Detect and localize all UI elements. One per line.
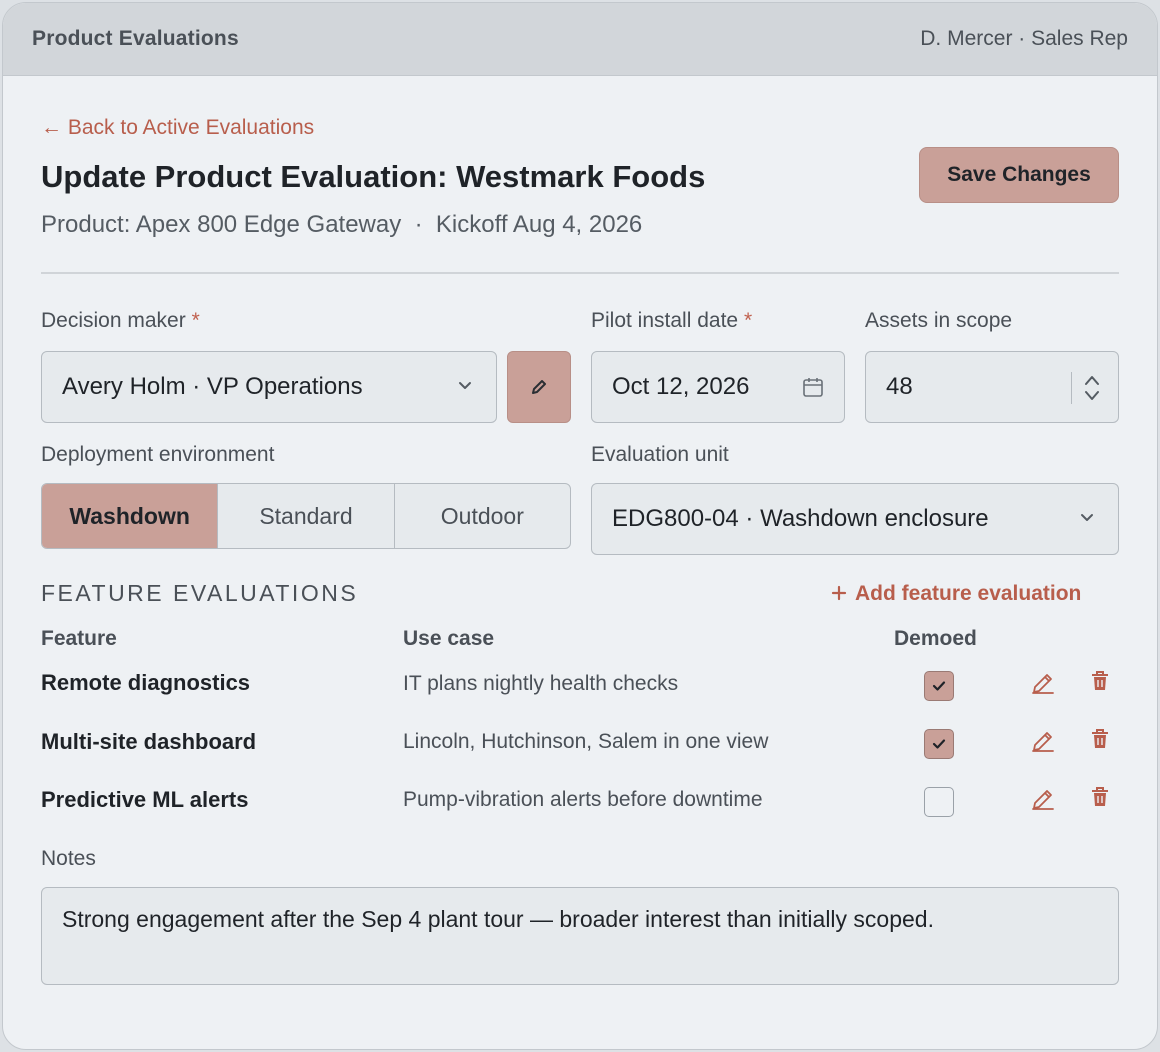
feature-name: Remote diagnostics — [41, 670, 251, 695]
pencil-icon[interactable] — [1030, 670, 1056, 696]
notes-textarea[interactable]: Strong engagement after the Sep 4 plant … — [41, 887, 1119, 985]
trash-icon[interactable] — [1090, 786, 1110, 808]
add-feature-label: Add feature evaluation — [855, 582, 1082, 605]
stepper-divider — [1070, 372, 1072, 404]
decision-maker-select[interactable]: Avery Holm · VP Operations — [41, 351, 497, 423]
decision-maker-value: Avery Holm · VP Operations — [62, 373, 363, 400]
feature-name: Multi-site dashboard — [41, 729, 257, 754]
environment-segmented-control: Washdown Standard Outdoor — [41, 483, 571, 549]
edit-decision-maker-button[interactable] — [507, 351, 571, 423]
column-header-demoed: Demoed — [894, 627, 977, 650]
plus-icon — [831, 585, 847, 601]
feature-use-case: IT plans nightly health checks — [403, 672, 679, 695]
feature-use-case: Lincoln, Hutchinson, Salem in one view — [403, 730, 769, 753]
assets-label: Assets in scope — [865, 309, 1013, 332]
trash-icon[interactable] — [1090, 670, 1110, 692]
segment-outdoor[interactable]: Outdoor — [395, 484, 570, 548]
pilot-date-label-text: Pilot install date — [591, 309, 739, 332]
unit-label: Evaluation unit — [591, 443, 729, 466]
feature-use-case: Pump-vibration alerts before downtime — [403, 788, 763, 811]
checkmark-icon — [932, 739, 946, 749]
app-title: Product Evaluations — [32, 27, 239, 50]
checkmark-icon — [932, 681, 946, 691]
pencil-icon — [532, 380, 546, 394]
demoed-checkbox[interactable] — [924, 787, 954, 817]
titlebar: Product Evaluations D. Mercer · Sales Re… — [3, 3, 1157, 76]
user-info[interactable]: D. Mercer · Sales Rep — [920, 27, 1128, 51]
pilot-date-label: Pilot install date * — [591, 309, 752, 333]
pilot-date-value: Oct 12, 2026 — [612, 373, 750, 400]
pencil-icon[interactable] — [1030, 728, 1056, 754]
segment-washdown[interactable]: Washdown — [42, 484, 219, 548]
calendar-icon[interactable] — [802, 376, 824, 398]
divider — [41, 272, 1119, 274]
required-mark: * — [191, 309, 200, 332]
column-header-feature: Feature — [41, 627, 117, 650]
assets-stepper[interactable]: 48 — [865, 351, 1119, 423]
page-title: Update Product Evaluation: Westmark Food… — [41, 159, 706, 194]
pilot-date-input[interactable]: Oct 12, 2026 — [591, 351, 845, 423]
required-mark: * — [743, 309, 753, 332]
trash-icon[interactable] — [1090, 728, 1110, 750]
app-window: Product Evaluations D. Mercer · Sales Re… — [2, 2, 1158, 1050]
demoed-checkbox[interactable] — [924, 729, 954, 759]
assets-value: 48 — [886, 373, 913, 400]
unit-value: EDG800-04 · Washdown enclosure — [612, 505, 989, 532]
decision-maker-label: Decision maker * — [41, 309, 200, 333]
environment-label: Deployment environment — [41, 443, 275, 466]
chevron-down-icon — [1081, 514, 1093, 521]
notes-label: Notes — [41, 847, 96, 870]
chevron-down-icon — [459, 382, 471, 389]
column-header-use-case: Use case — [403, 627, 495, 650]
segment-standard[interactable]: Standard — [218, 484, 395, 548]
add-feature-evaluation-button[interactable]: Add feature evaluation — [831, 582, 1081, 606]
up-down-arrows-icon[interactable] — [1082, 372, 1102, 404]
unit-select[interactable]: EDG800-04 · Washdown enclosure — [591, 483, 1119, 555]
page-subtitle: Product: Apex 800 Edge Gateway · Kickoff… — [41, 211, 643, 238]
features-section-title: FEATURE EVALUATIONS — [41, 580, 359, 606]
feature-name: Predictive ML alerts — [41, 787, 249, 812]
pencil-icon[interactable] — [1030, 786, 1056, 812]
back-link[interactable]: ← Back to Active Evaluations — [41, 116, 314, 140]
demoed-checkbox[interactable] — [924, 671, 954, 701]
save-button[interactable]: Save Changes — [919, 147, 1119, 203]
decision-maker-label-text: Decision maker — [41, 309, 186, 332]
